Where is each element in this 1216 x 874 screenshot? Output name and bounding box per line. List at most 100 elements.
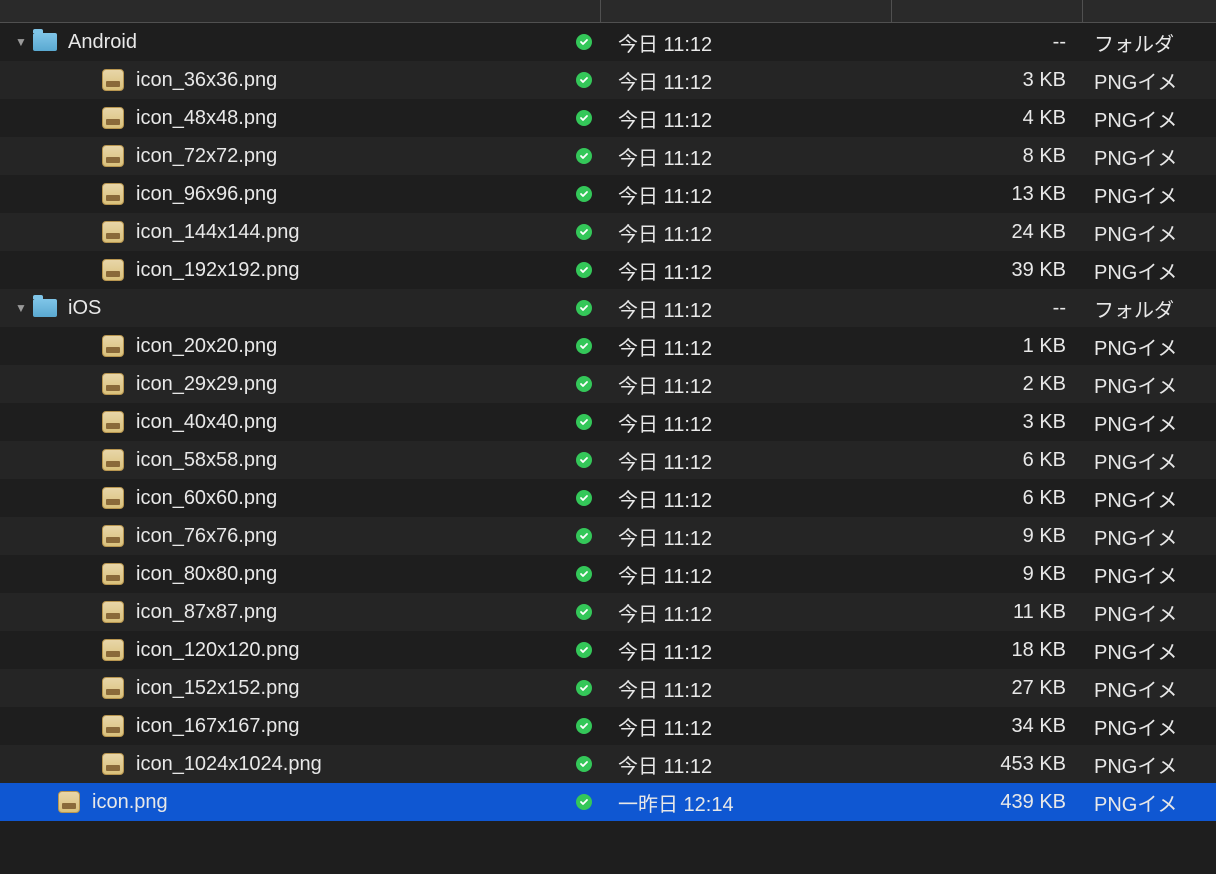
cell-size: 11 KB [890,601,1080,624]
cell-name[interactable]: icon.png [0,789,600,815]
table-row[interactable]: ▼Android今日 11:12--フォルダ [0,23,1216,61]
file-list[interactable]: ▼Android今日 11:12--フォルダicon_36x36.png今日 1… [0,0,1216,821]
table-row[interactable]: icon_48x48.png今日 11:124 KBPNGイメ [0,99,1216,137]
file-name-label: icon_120x120.png [136,639,299,662]
table-row[interactable]: icon_58x58.png今日 11:126 KBPNGイメ [0,441,1216,479]
cell-name[interactable]: icon_192x192.png [0,257,600,283]
png-file-icon [100,105,126,131]
cell-date: 今日 11:12 [600,636,890,665]
file-name-label: icon_152x152.png [136,677,299,700]
sync-ok-icon [576,528,592,544]
cell-name[interactable]: icon_152x152.png [0,675,600,701]
cell-name[interactable]: icon_48x48.png [0,105,600,131]
table-row[interactable]: icon_36x36.png今日 11:123 KBPNGイメ [0,61,1216,99]
cell-date: 今日 11:12 [600,408,890,437]
file-name-label: icon_1024x1024.png [136,753,322,776]
sync-ok-icon [576,718,592,734]
cell-name[interactable]: ▼Android [0,29,600,55]
cell-name[interactable]: ▼ iOS [0,295,600,321]
png-file-icon [100,561,126,587]
table-row[interactable]: icon_29x29.png今日 11:122 KBPNGイメ [0,365,1216,403]
cell-size: -- [890,31,1080,54]
table-row[interactable]: icon_1024x1024.png今日 11:12453 KBPNGイメ [0,745,1216,783]
cell-kind: PNGイメ [1080,332,1216,361]
cell-date: 今日 11:12 [600,28,890,57]
cell-date: 今日 11:12 [600,484,890,513]
cell-date: 今日 11:12 [600,256,890,285]
sync-ok-icon [576,566,592,582]
sync-ok-icon [576,756,592,772]
cell-size: 6 KB [890,449,1080,472]
cell-name[interactable]: icon_76x76.png [0,523,600,549]
cell-kind: PNGイメ [1080,446,1216,475]
cell-name[interactable]: icon_96x96.png [0,181,600,207]
cell-name[interactable]: icon_167x167.png [0,713,600,739]
cell-size: 13 KB [890,183,1080,206]
table-row[interactable]: icon_40x40.png今日 11:123 KBPNGイメ [0,403,1216,441]
cell-name[interactable]: icon_58x58.png [0,447,600,473]
cell-date: 今日 11:12 [600,180,890,209]
png-file-icon [56,789,82,815]
file-name-label: icon.png [92,791,168,814]
cell-date: 今日 11:12 [600,598,890,627]
table-row[interactable]: icon_152x152.png今日 11:1227 KBPNGイメ [0,669,1216,707]
cell-name[interactable]: icon_40x40.png [0,409,600,435]
cell-name[interactable]: icon_20x20.png [0,333,600,359]
cell-date: 今日 11:12 [600,294,890,323]
cell-date: 今日 11:12 [600,522,890,551]
cell-kind: PNGイメ [1080,142,1216,171]
cell-name[interactable]: icon_36x36.png [0,67,600,93]
table-row[interactable]: icon_96x96.png今日 11:1213 KBPNGイメ [0,175,1216,213]
chevron-down-icon[interactable]: ▼ [14,35,28,49]
table-row[interactable]: icon_144x144.png今日 11:1224 KBPNGイメ [0,213,1216,251]
cell-name[interactable]: icon_29x29.png [0,371,600,397]
chevron-down-icon[interactable]: ▼ [14,301,28,315]
folder-icon [32,295,58,321]
file-name-label: icon_20x20.png [136,335,277,358]
table-row[interactable]: icon_60x60.png今日 11:126 KBPNGイメ [0,479,1216,517]
table-row[interactable]: icon_80x80.png今日 11:129 KBPNGイメ [0,555,1216,593]
cell-name[interactable]: icon_60x60.png [0,485,600,511]
cell-kind: PNGイメ [1080,788,1216,817]
cell-name[interactable]: icon_72x72.png [0,143,600,169]
png-file-icon [100,333,126,359]
cell-size: 3 KB [890,69,1080,92]
png-file-icon [100,599,126,625]
file-name-label: icon_76x76.png [136,525,277,548]
cell-kind: PNGイメ [1080,560,1216,589]
cell-date: 今日 11:12 [600,370,890,399]
sync-ok-icon [576,642,592,658]
file-name-label: icon_72x72.png [136,145,277,168]
cell-size: 1 KB [890,335,1080,358]
table-row[interactable]: icon_87x87.png今日 11:1211 KBPNGイメ [0,593,1216,631]
table-row[interactable]: ▼iOS今日 11:12--フォルダ [0,289,1216,327]
sync-ok-icon [576,680,592,696]
sync-ok-icon [576,110,592,126]
table-row[interactable]: icon_20x20.png今日 11:121 KBPNGイメ [0,327,1216,365]
png-file-icon [100,143,126,169]
cell-name[interactable]: icon_80x80.png [0,561,600,587]
cell-size: 27 KB [890,677,1080,700]
file-name-label: icon_58x58.png [136,449,277,472]
cell-name[interactable]: icon_87x87.png [0,599,600,625]
cell-date: 今日 11:12 [600,66,890,95]
table-row[interactable]: icon_167x167.png今日 11:1234 KBPNGイメ [0,707,1216,745]
file-name-label: icon_96x96.png [136,183,277,206]
cell-name[interactable]: icon_120x120.png [0,637,600,663]
table-row[interactable]: icon_72x72.png今日 11:128 KBPNGイメ [0,137,1216,175]
png-file-icon [100,523,126,549]
table-row[interactable]: icon_120x120.png今日 11:1218 KBPNGイメ [0,631,1216,669]
png-file-icon [100,675,126,701]
table-row[interactable]: icon_192x192.png今日 11:1239 KBPNGイメ [0,251,1216,289]
sync-ok-icon [576,186,592,202]
cell-date: 今日 11:12 [600,104,890,133]
cell-name[interactable]: icon_144x144.png [0,219,600,245]
file-name-label: iOS [68,297,101,320]
file-name-label: icon_40x40.png [136,411,277,434]
cell-date: 今日 11:12 [600,712,890,741]
sync-ok-icon [576,414,592,430]
table-row[interactable]: icon_76x76.png今日 11:129 KBPNGイメ [0,517,1216,555]
table-row[interactable]: icon.png一昨日 12:14439 KBPNGイメ [0,783,1216,821]
file-name-label: icon_167x167.png [136,715,299,738]
cell-name[interactable]: icon_1024x1024.png [0,751,600,777]
